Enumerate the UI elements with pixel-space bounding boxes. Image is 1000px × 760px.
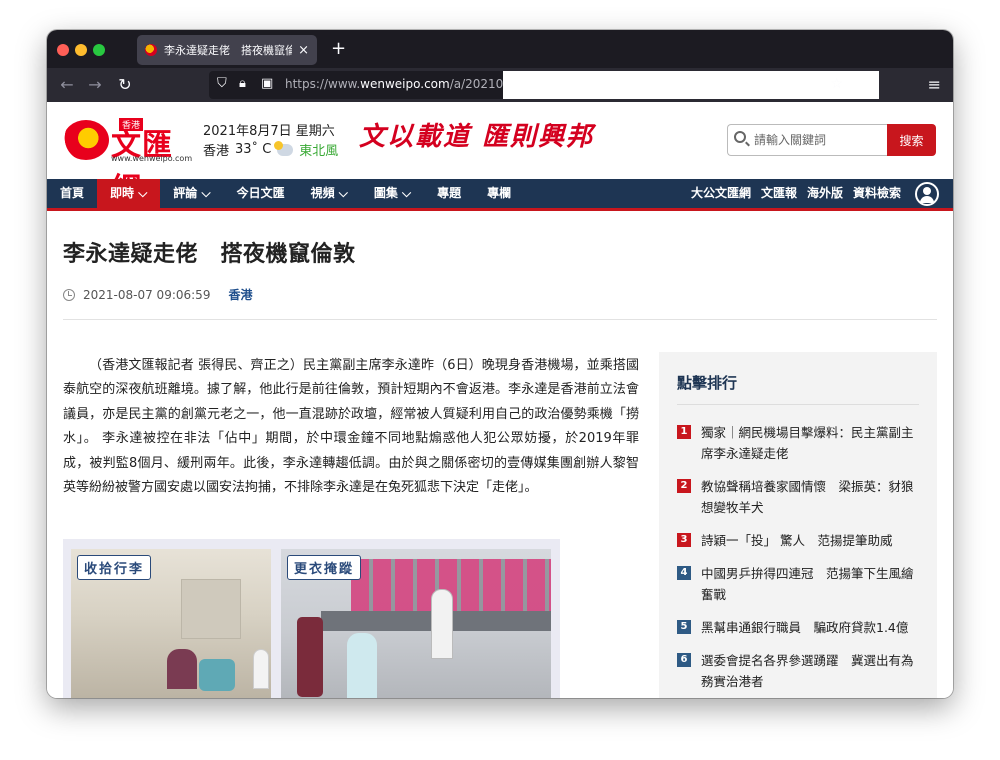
rank-link[interactable]: 獨家｜網民機場目擊爆料：民主黨副主席李永達疑走佬 (701, 422, 921, 464)
nav-link-wenweipo[interactable]: 文匯報 (759, 179, 799, 208)
nav-link-overseas[interactable]: 海外版 (805, 179, 845, 208)
site-header: 文匯網 香港 www.wenweipo.com 2021年8月7日 星期六 香港… (47, 102, 953, 207)
photo-changing-clothes: 更衣掩蹤 (281, 549, 551, 698)
logo-tag: 香港 (119, 118, 144, 131)
photo-person (347, 633, 377, 698)
current-date: 2021年8月7日 星期六 (203, 124, 335, 139)
list-item[interactable]: 3 詩穎一「投」 驚人 范揚提筆助威 (677, 530, 921, 551)
browser-window: 李永達疑走佬 搭夜機竄倫敦 - 香 × + ← → ↻ ⛉ 🔒︎ ▣ https… (47, 30, 953, 698)
divider (677, 404, 919, 405)
close-window-button[interactable] (57, 44, 69, 56)
list-item[interactable]: 4 中國男乒拚得四連冠 范揚筆下生風繪奮戰 (677, 563, 921, 605)
rank-number: 1 (677, 425, 691, 439)
rank-number: 6 (677, 653, 691, 667)
site-favicon-icon (145, 44, 157, 56)
rank-number: 3 (677, 533, 691, 547)
site-logo[interactable]: 文匯網 香港 www.wenweipo.com (63, 116, 195, 207)
nav-link-takungwenwei[interactable]: 大公文匯網 (689, 179, 753, 208)
site-slogan: 文以載道 匯則興邦 (359, 122, 595, 152)
address-bar[interactable]: ⛉ 🔒︎ ▣ https://www.wenweipo.com/a/202108… (209, 71, 879, 99)
new-tab-button[interactable]: + (331, 38, 346, 59)
tab-close-icon[interactable]: × (298, 43, 309, 58)
rank-link[interactable]: 選委會提名各界參選踴躍 冀選出有為務實治港者 (701, 650, 921, 692)
maximize-window-button[interactable] (93, 44, 105, 56)
rank-link[interactable]: 黑幫串通銀行職員 騙政府貸款1.4億 (701, 617, 921, 638)
forward-arrow-icon[interactable]: → (85, 75, 105, 94)
photo-packing-luggage: 收拾行李 (71, 549, 271, 698)
sidebar-title: 點擊排行 (677, 374, 738, 392)
divider (63, 319, 937, 320)
menu-icon[interactable]: ≡ (928, 75, 941, 94)
logo-swoosh-icon (63, 120, 109, 160)
rank-link[interactable]: 教協聲稱培養家國情懷 梁振英：豺狼想變牧羊犬 (701, 476, 921, 518)
search-button[interactable]: 搜索 (887, 124, 936, 156)
url-prefix: https://www. (285, 77, 361, 91)
article-body: （香港文匯報記者 張得民、齊正之）民主黨副主席李永達昨（6日）晚現身香港機場，並… (63, 354, 639, 500)
nav-item-home[interactable]: 首頁 (47, 179, 97, 208)
nav-item-gallery[interactable]: 圖集 ⌵ (361, 179, 424, 208)
search-input[interactable] (754, 125, 884, 155)
logo-url: www.wenweipo.com (111, 154, 193, 163)
article-title: 李永達疑走佬 搭夜機竄倫敦 (63, 242, 356, 267)
browser-tab-active[interactable]: 李永達疑走佬 搭夜機竄倫敦 - 香 × (137, 35, 317, 65)
back-arrow-icon[interactable]: ← (57, 75, 77, 94)
list-item[interactable]: 5 黑幫串通銀行職員 騙政府貸款1.4億 (677, 617, 921, 638)
photo-person (253, 649, 269, 689)
nav-item-commentary[interactable]: 評論 ⌵ (160, 179, 223, 208)
bookmark-star-icon[interactable]: ☆ (830, 76, 843, 92)
photo-luggage (297, 617, 323, 697)
nav-link-archive-search[interactable]: 資料檢索 (851, 179, 903, 208)
popular-ranking-panel: 點擊排行 1 獨家｜網民機場目擊爆料：民主黨副主席李永達疑走佬 2 教協聲稱培養… (659, 352, 937, 698)
article-paragraph: （香港文匯報記者 張得民、齊正之）民主黨副主席李永達昨（6日）晚現身香港機場，並… (63, 358, 639, 496)
search-icon (734, 131, 746, 143)
nav-item-instant[interactable]: 即時 ⌵ (97, 179, 161, 208)
permissions-icon[interactable]: ▣ (261, 76, 273, 91)
nav-item-today[interactable]: 今日文匯 (224, 179, 298, 208)
list-item[interactable]: 2 教協聲稱培養家國情懷 梁振英：豺狼想變牧羊犬 (677, 476, 921, 518)
user-account-icon[interactable] (915, 181, 939, 206)
weather-wind: 東北風 (299, 144, 339, 159)
weather-city: 香港 (203, 144, 230, 159)
photo-caption: 更衣掩蹤 (287, 555, 362, 580)
photo-caption: 收拾行李 (77, 555, 152, 580)
url-domain: wenweipo.com (360, 77, 450, 91)
web-page: 文匯網 香港 www.wenweipo.com 2021年8月7日 星期六 香港… (47, 102, 953, 698)
tab-bar: 李永達疑走佬 搭夜機竄倫敦 - 香 × + (47, 30, 953, 68)
rank-number: 5 (677, 620, 691, 634)
nav-item-columns[interactable]: 專欄 (474, 179, 524, 208)
weather-info: 香港 33˚ C 東北風 (203, 140, 338, 159)
nav-item-topics[interactable]: 專題 (424, 179, 474, 208)
photo-luggage (199, 659, 235, 691)
minimize-window-button[interactable] (75, 44, 87, 56)
weather-temp: 33˚ C (235, 142, 272, 157)
photo-person (431, 589, 453, 659)
lock-icon[interactable]: 🔒︎ (239, 76, 246, 91)
article-meta: 2021-08-07 09:06:59 香港 (63, 286, 252, 303)
photo-person (167, 649, 197, 689)
photo-wall (181, 579, 241, 639)
list-item[interactable]: 6 選委會提名各界參選踴躍 冀選出有為務實治港者 (677, 650, 921, 692)
reload-icon[interactable]: ↻ (115, 75, 135, 94)
nav-right-links: 大公文匯網 文匯報 海外版 資料檢索 (689, 179, 939, 208)
shield-icon[interactable]: ⛉ (217, 76, 227, 91)
rank-number: 2 (677, 479, 691, 493)
rank-number: 4 (677, 566, 691, 580)
search-box (727, 124, 887, 156)
partly-cloudy-icon (274, 140, 294, 156)
url-text[interactable]: https://www.wenweipo.com/a/202108/07/ (285, 77, 534, 91)
article-photo[interactable]: 收拾行李 更衣掩蹤 (63, 539, 560, 698)
rank-link[interactable]: 中國男乒拚得四連冠 范揚筆下生風繪奮戰 (701, 563, 921, 605)
nav-item-video[interactable]: 視頻 ⌵ (298, 179, 361, 208)
list-item[interactable]: 1 獨家｜網民機場目擊爆料：民主黨副主席李永達疑走佬 (677, 422, 921, 464)
clock-icon (63, 288, 75, 301)
main-navigation: 首頁 即時 ⌵ 評論 ⌵ 今日文匯 視頻 ⌵ 圖集 ⌵ 專題 專欄 大公文匯網 … (47, 179, 953, 211)
tab-title: 李永達疑走佬 搭夜機竄倫敦 - 香 (164, 44, 293, 57)
browser-toolbar: ← → ↻ ⛉ 🔒︎ ▣ https://www.wenweipo.com/a/… (47, 68, 953, 102)
rank-list: 1 獨家｜網民機場目擊爆料：民主黨副主席李永達疑走佬 2 教協聲稱培養家國情懷 … (677, 422, 921, 698)
article-timestamp: 2021-08-07 09:06:59 (83, 287, 211, 302)
redacted-url-area (503, 71, 879, 99)
rank-link[interactable]: 詩穎一「投」 驚人 范揚提筆助威 (701, 530, 921, 551)
article-section-link[interactable]: 香港 (228, 286, 252, 303)
